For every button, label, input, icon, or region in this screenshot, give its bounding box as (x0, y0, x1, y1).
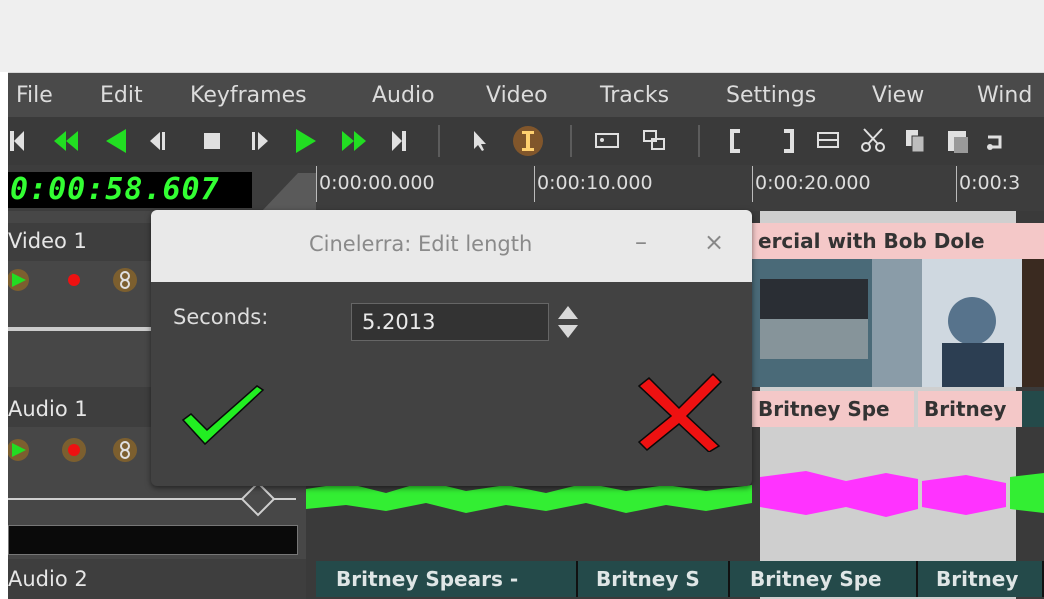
close-button[interactable]: × (704, 228, 724, 256)
edit-length-dialog: Cinelerra: Edit length – × Seconds: 5.20… (151, 210, 752, 486)
menubar: File Edit Keyframes Audio Video Tracks S… (8, 73, 1044, 117)
ruler-label: 0:00:10.000 (537, 172, 653, 194)
play-track-icon[interactable] (8, 439, 29, 461)
play-reverse-icon[interactable] (106, 129, 126, 153)
fader-handle-icon[interactable] (240, 481, 276, 517)
ruler-corner (262, 173, 316, 211)
audio1-toggles (8, 438, 137, 462)
track-title-audio2[interactable]: Audio 2 (8, 567, 88, 591)
audio1-clip-edge (1022, 391, 1044, 427)
ok-checkmark-icon[interactable] (179, 380, 269, 450)
record-track-icon[interactable] (62, 438, 86, 462)
copy-icon[interactable] (906, 130, 925, 153)
audio2-clip-title-a[interactable]: Britney Spears - (316, 561, 578, 597)
track-title-audio1[interactable]: Audio 1 (8, 397, 88, 421)
label-icon[interactable] (595, 133, 619, 148)
ruler-tick (534, 166, 535, 202)
ibeam-select-icon[interactable] (513, 126, 543, 156)
audio1-clip-title-b[interactable]: Britney (918, 391, 1022, 427)
meter-bar (8, 525, 298, 555)
window-border (0, 72, 8, 599)
seconds-input[interactable]: 5.2013 (351, 303, 549, 341)
dialog-titlebar[interactable]: Cinelerra: Edit length – × (151, 210, 752, 282)
time-display: 0:00:58.607 (8, 172, 252, 208)
overwrite-icon[interactable] (987, 135, 1002, 150)
ruler-tick (316, 166, 317, 202)
video1-toggles (8, 268, 137, 292)
gang-track-icon[interactable] (113, 438, 137, 462)
fast-forward-icon[interactable] (342, 131, 366, 151)
in-point-icon[interactable] (730, 129, 740, 153)
record-track-icon[interactable] (68, 274, 80, 286)
ruler-label: 0:00:00.000 (319, 172, 435, 194)
cancel-x-icon[interactable] (633, 372, 725, 452)
menu-video[interactable]: Video (486, 83, 548, 108)
fast-rewind-icon[interactable] (54, 131, 78, 151)
cut-icon[interactable] (861, 128, 885, 152)
ruler-label: 0:00:3 (959, 172, 1021, 194)
clock-readout: 0:00:58.607 (10, 172, 220, 207)
frame-forward-icon[interactable] (252, 132, 268, 150)
seconds-spinner-icon[interactable] (557, 304, 579, 340)
audio2-clip-title-c[interactable]: Britney Spe (730, 561, 918, 597)
stop-icon[interactable] (204, 133, 220, 149)
play-track-icon[interactable] (8, 269, 29, 291)
ruler-tick (752, 166, 753, 202)
dialog-title: Cinelerra: Edit length (309, 232, 533, 256)
ruler-tick (956, 166, 957, 202)
toggle-label-icon[interactable] (643, 130, 665, 150)
audio2-clip-title-d[interactable]: Britney (918, 561, 1044, 597)
minimize-button[interactable]: – (635, 228, 647, 256)
window-titlebar (0, 0, 1044, 73)
menu-file[interactable]: File (16, 83, 53, 108)
seconds-label: Seconds: (173, 305, 269, 329)
audio2-clip-title-b[interactable]: Britney S (578, 561, 730, 597)
out-point-icon[interactable] (784, 129, 794, 153)
goto-end-icon[interactable] (392, 131, 406, 151)
ruler-label: 0:00:20.000 (755, 172, 871, 194)
gang-track-icon[interactable] (113, 268, 137, 292)
video-thumbnails (752, 259, 1044, 387)
frame-back-icon[interactable] (150, 132, 165, 150)
menu-edit[interactable]: Edit (100, 83, 143, 108)
goto-start-icon[interactable] (10, 131, 24, 151)
audio1-clip-title-a[interactable]: Britney Spe (752, 391, 914, 427)
play-icon[interactable] (296, 129, 316, 153)
audio2-header: Audio 2 (8, 559, 306, 599)
track-title-video1[interactable]: Video 1 (8, 229, 87, 253)
menu-keyframes[interactable]: Keyframes (190, 83, 307, 108)
splice-icon[interactable] (817, 132, 839, 148)
paste-icon[interactable] (948, 131, 968, 153)
menu-tracks[interactable]: Tracks (600, 83, 669, 108)
menu-view[interactable]: View (872, 83, 924, 108)
arrow-select-icon[interactable] (474, 131, 486, 151)
menu-window[interactable]: Wind (977, 83, 1032, 108)
menu-settings[interactable]: Settings (726, 83, 816, 108)
menu-audio[interactable]: Audio (372, 83, 435, 108)
transport-toolbar (8, 117, 1044, 165)
video-clip-title[interactable]: ercial with Bob Dole (752, 223, 1044, 259)
